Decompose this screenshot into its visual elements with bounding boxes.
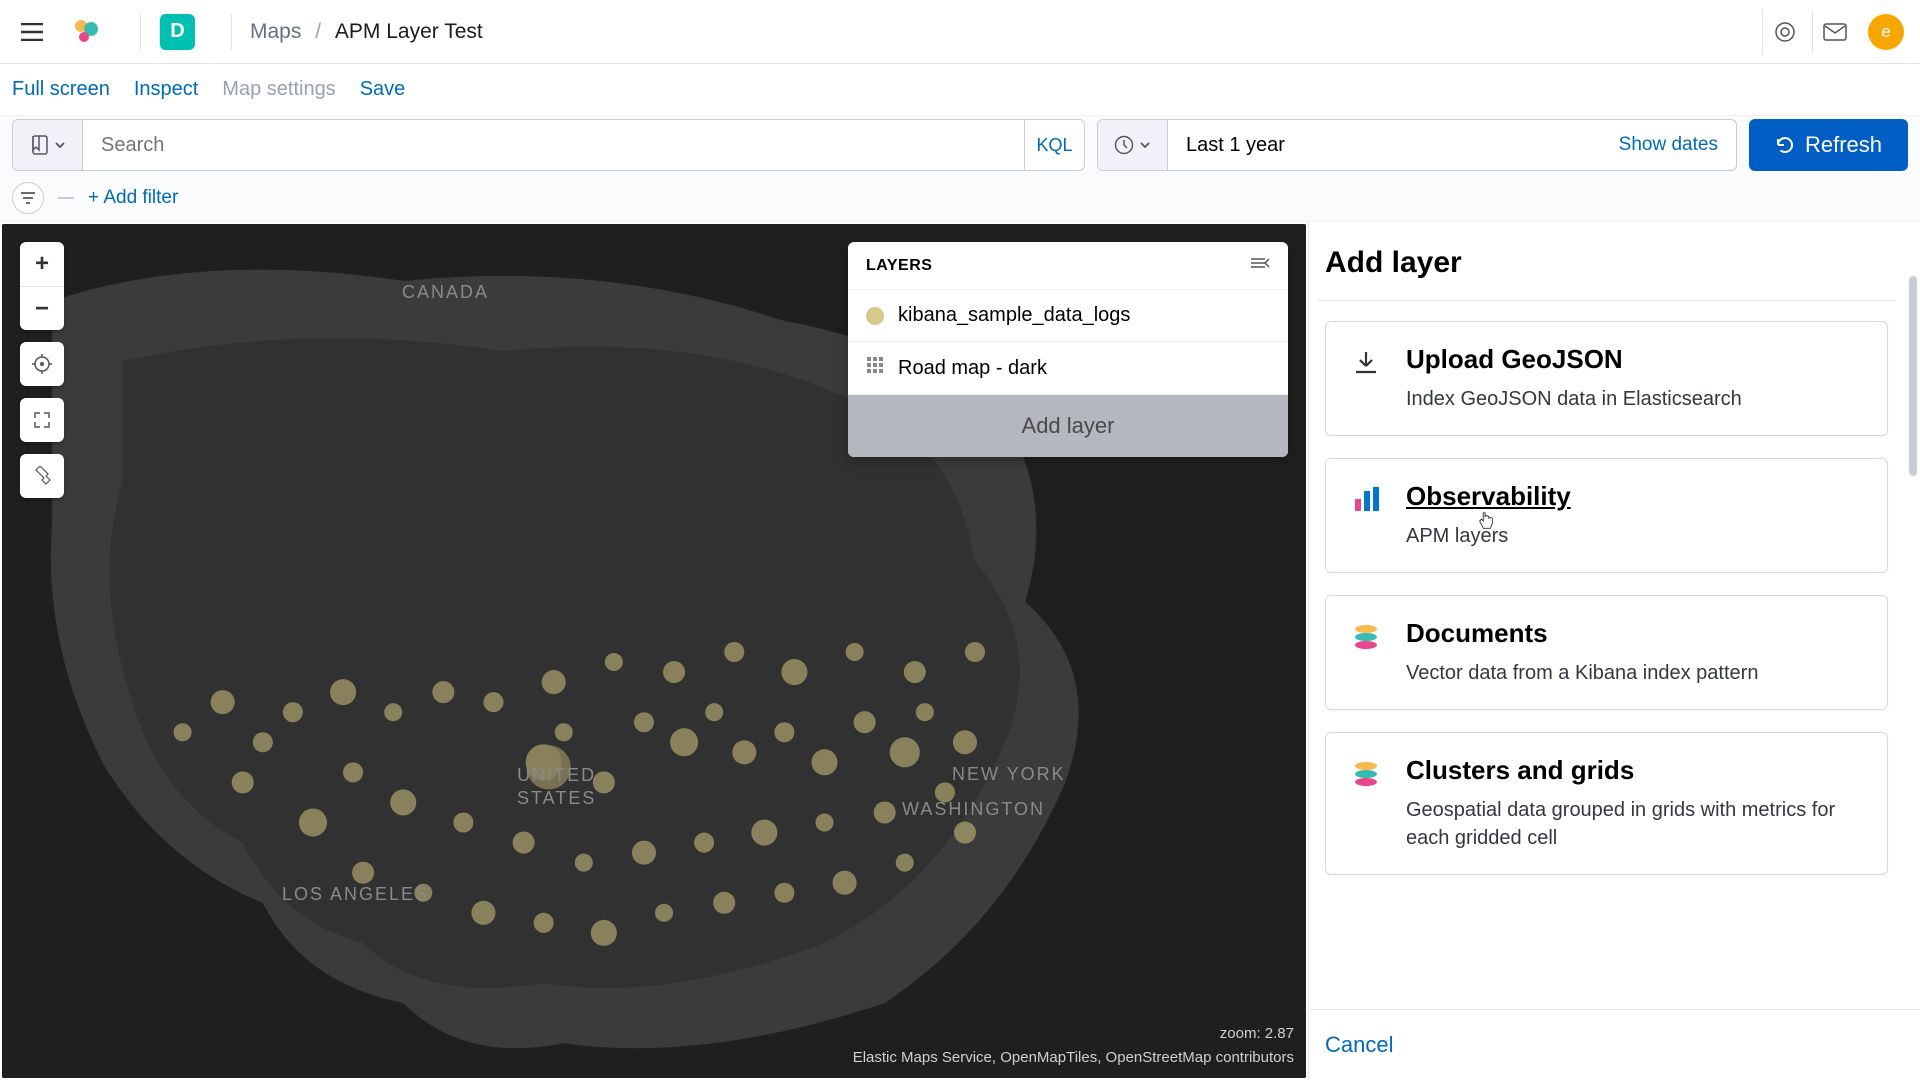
layer-label: kibana_sample_data_logs xyxy=(898,304,1130,327)
filter-separator: — xyxy=(58,189,74,207)
search-group: KQL xyxy=(12,119,1085,171)
filter-row: — + Add filter xyxy=(0,174,1920,222)
scrollbar[interactable] xyxy=(1909,276,1917,476)
breadcrumb-separator: / xyxy=(315,20,321,43)
breadcrumb-current: APM Layer Test xyxy=(335,20,483,43)
collapse-layers-icon[interactable] xyxy=(1250,256,1270,275)
map-attribution: zoom: 2.87 Elastic Maps Service, OpenMap… xyxy=(853,1022,1294,1070)
card-title: Clusters and grids xyxy=(1406,755,1865,786)
layer-item[interactable]: Road map - dark xyxy=(848,342,1288,395)
attribution-text: Elastic Maps Service, OpenMapTiles, Open… xyxy=(853,1049,1294,1066)
divider xyxy=(140,14,141,50)
layers-panel-header: LAYERS xyxy=(848,242,1288,290)
observability-icon xyxy=(1348,485,1384,521)
add-filter-link[interactable]: + Add filter xyxy=(88,187,178,209)
user-avatar[interactable]: e xyxy=(1868,14,1904,50)
search-input[interactable] xyxy=(83,120,1024,170)
zoom-out-button[interactable]: − xyxy=(20,286,64,330)
card-observability[interactable]: Observability APM layers xyxy=(1325,458,1888,573)
filter-options-button[interactable] xyxy=(12,182,44,214)
app-badge[interactable]: D xyxy=(159,14,195,50)
layer-label: Road map - dark xyxy=(898,357,1047,380)
main-content: CANADA UNITED STATES NEW YORK WASHINGTON… xyxy=(0,222,1920,1080)
elastic-logo-icon[interactable] xyxy=(68,14,104,50)
time-picker-prefix[interactable] xyxy=(1098,120,1168,170)
flyout-title: Add layer xyxy=(1317,242,1896,300)
tools-button[interactable] xyxy=(20,454,64,498)
map-toolbar: Full screen Inspect Map settings Save xyxy=(0,64,1920,116)
card-title: Documents xyxy=(1406,618,1758,649)
card-desc: Index GeoJSON data in Elasticsearch xyxy=(1406,385,1742,413)
add-layer-button[interactable]: Add layer xyxy=(848,395,1288,457)
zoom-controls: + − xyxy=(20,242,64,330)
card-desc: Geospatial data grouped in grids with me… xyxy=(1406,796,1865,852)
time-value[interactable]: Last 1 year Show dates xyxy=(1168,120,1736,170)
app-header: D Maps / APM Layer Test e xyxy=(0,0,1920,64)
breadcrumb: Maps / APM Layer Test xyxy=(250,20,483,44)
elastic-icon xyxy=(1348,759,1384,795)
time-value-label: Last 1 year xyxy=(1186,134,1285,157)
inspect-link[interactable]: Inspect xyxy=(134,78,198,101)
cancel-link[interactable]: Cancel xyxy=(1325,1032,1393,1057)
mail-icon[interactable] xyxy=(1812,10,1856,54)
add-layer-flyout: Add layer Upload GeoJSON Index GeoJSON d… xyxy=(1308,222,1920,1080)
locate-button[interactable] xyxy=(20,342,64,386)
saved-query-button[interactable] xyxy=(13,120,83,170)
card-title: Observability xyxy=(1406,481,1571,512)
zoom-level-label: zoom: 2.87 xyxy=(853,1022,1294,1046)
fit-bounds-button[interactable] xyxy=(20,398,64,442)
refresh-label: Refresh xyxy=(1805,132,1882,158)
breadcrumb-root[interactable]: Maps xyxy=(250,20,301,43)
news-feed-icon[interactable] xyxy=(1762,10,1806,54)
layers-panel: LAYERS kibana_sample_data_logs Road map … xyxy=(848,242,1288,457)
zoom-in-button[interactable]: + xyxy=(20,242,64,286)
flyout-body: Add layer Upload GeoJSON Index GeoJSON d… xyxy=(1309,222,1920,1009)
map-canvas[interactable]: CANADA UNITED STATES NEW YORK WASHINGTON… xyxy=(2,224,1306,1078)
card-title: Upload GeoJSON xyxy=(1406,344,1742,375)
search-row: KQL Last 1 year Show dates Refresh xyxy=(0,116,1920,174)
elastic-icon xyxy=(1348,622,1384,658)
kql-toggle[interactable]: KQL xyxy=(1024,120,1084,170)
layers-title: LAYERS xyxy=(866,257,932,275)
time-picker[interactable]: Last 1 year Show dates xyxy=(1097,119,1737,171)
card-upload-geojson[interactable]: Upload GeoJSON Index GeoJSON data in Ela… xyxy=(1325,321,1888,436)
map-settings-link[interactable]: Map settings xyxy=(222,78,335,101)
map-controls: + − xyxy=(20,242,64,498)
basemap-grid-icon xyxy=(866,356,884,380)
flyout-footer: Cancel xyxy=(1309,1009,1920,1080)
menu-toggle-button[interactable] xyxy=(16,16,48,48)
save-link[interactable]: Save xyxy=(360,78,406,101)
card-documents[interactable]: Documents Vector data from a Kibana inde… xyxy=(1325,595,1888,710)
full-screen-link[interactable]: Full screen xyxy=(12,78,110,101)
card-clusters-grids[interactable]: Clusters and grids Geospatial data group… xyxy=(1325,732,1888,875)
layer-item[interactable]: kibana_sample_data_logs xyxy=(848,290,1288,342)
refresh-button[interactable]: Refresh xyxy=(1749,119,1908,171)
divider xyxy=(231,14,232,50)
download-icon xyxy=(1348,348,1384,384)
card-desc: APM layers xyxy=(1406,522,1571,550)
layer-swatch-icon xyxy=(866,307,884,325)
card-desc: Vector data from a Kibana index pattern xyxy=(1406,659,1758,687)
show-dates-link[interactable]: Show dates xyxy=(1619,134,1718,156)
